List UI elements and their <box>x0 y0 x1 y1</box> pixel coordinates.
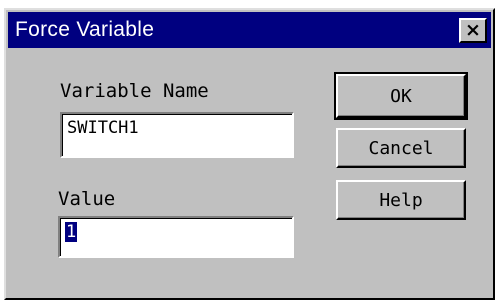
help-button[interactable]: Help <box>336 180 466 220</box>
force-variable-dialog: Force Variable × Variable Name SWITCH1 V… <box>4 8 495 300</box>
value-text: 1 <box>65 222 78 243</box>
value-field[interactable]: 1 <box>58 216 294 258</box>
variable-name-field[interactable]: SWITCH1 <box>60 112 294 158</box>
cancel-button[interactable]: Cancel <box>336 128 466 168</box>
cancel-button-label: Cancel <box>368 137 434 159</box>
variable-name-value: SWITCH1 <box>67 118 139 138</box>
value-label: Value <box>58 188 116 210</box>
variable-name-label: Variable Name <box>60 80 209 102</box>
window-title: Force Variable <box>15 18 155 41</box>
close-icon: × <box>465 19 481 41</box>
close-button[interactable]: × <box>459 18 487 43</box>
value-selection: 1 <box>65 222 78 242</box>
help-button-label: Help <box>379 189 423 211</box>
ok-button[interactable]: OK <box>334 72 468 120</box>
title-bar[interactable]: Force Variable × <box>8 12 491 48</box>
ok-button-label: OK <box>390 85 412 107</box>
